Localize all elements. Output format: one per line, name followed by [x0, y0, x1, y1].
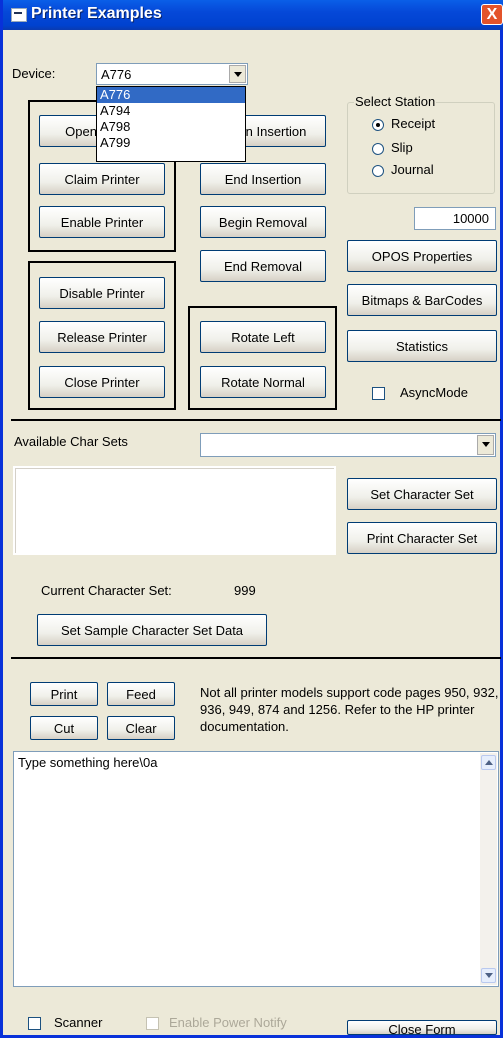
device-option-a794[interactable]: A794	[97, 103, 245, 119]
begin-removal-button[interactable]: Begin Removal	[200, 206, 326, 238]
end-removal-button[interactable]: End Removal	[200, 250, 326, 282]
timeout-input[interactable]: 10000	[414, 207, 496, 230]
chevron-down-icon[interactable]	[477, 435, 494, 455]
rotate-normal-button[interactable]: Rotate Normal	[200, 366, 326, 398]
scanner-checkbox[interactable]	[28, 1017, 41, 1030]
title-bar[interactable]: Printer Examples X	[3, 0, 503, 30]
print-text-scrollbar[interactable]	[480, 753, 497, 985]
feed-button[interactable]: Feed	[107, 682, 175, 706]
select-station-title: Select Station	[354, 94, 437, 109]
timeout-value: 10000	[452, 211, 489, 226]
release-printer-button[interactable]: Release Printer	[39, 321, 165, 353]
char-sets-select[interactable]	[200, 433, 496, 457]
set-character-set-button[interactable]: Set Character Set	[347, 478, 497, 510]
device-option-a776[interactable]: A776	[97, 87, 245, 103]
character-set-list[interactable]	[13, 466, 336, 555]
device-dropdown-list[interactable]: A776 A794 A798 A799	[96, 86, 246, 162]
async-mode-label: AsyncMode	[400, 385, 468, 400]
scanner-label: Scanner	[54, 1015, 103, 1030]
power-notify-label: Enable Power Notify	[169, 1015, 287, 1030]
window-title: Printer Examples	[31, 5, 162, 22]
station-receipt-radio[interactable]	[372, 119, 384, 131]
chevron-down-icon[interactable]	[229, 65, 246, 83]
scroll-down-icon[interactable]	[481, 968, 496, 983]
window-app-icon	[11, 8, 27, 22]
async-mode-checkbox[interactable]	[372, 387, 385, 400]
device-option-a799[interactable]: A799	[97, 135, 245, 151]
opos-properties-button[interactable]: OPOS Properties	[347, 240, 497, 272]
device-select-value: A776	[101, 67, 132, 82]
rotate-left-button[interactable]: Rotate Left	[200, 321, 326, 353]
station-journal-radio[interactable]	[372, 165, 384, 177]
printer-examples-window: Printer Examples X Device: A776 A776 A79…	[0, 0, 503, 1038]
end-insertion-button[interactable]: End Insertion	[200, 163, 326, 195]
cut-button[interactable]: Cut	[30, 716, 98, 740]
claim-printer-button[interactable]: Claim Printer	[39, 163, 165, 195]
set-sample-character-set-button[interactable]: Set Sample Character Set Data	[37, 614, 267, 646]
bitmaps-barcodes-button[interactable]: Bitmaps & BarCodes	[347, 284, 497, 316]
current-character-set-value: 999	[234, 583, 256, 598]
statistics-button[interactable]: Statistics	[347, 330, 497, 362]
print-text-area[interactable]: Type something here\0a	[13, 751, 499, 987]
print-character-set-button[interactable]: Print Character Set	[347, 522, 497, 554]
section-divider-2	[11, 657, 501, 659]
available-char-sets-label: Available Char Sets	[14, 434, 128, 449]
close-form-button[interactable]: Close Form	[347, 1020, 497, 1037]
clear-button[interactable]: Clear	[107, 716, 175, 740]
disable-printer-button[interactable]: Disable Printer	[39, 277, 165, 309]
device-select[interactable]: A776	[96, 63, 248, 85]
power-notify-checkbox	[146, 1017, 159, 1030]
code-page-notice: Not all printer models support code page…	[200, 685, 499, 734]
current-character-set-label: Current Character Set:	[41, 583, 172, 598]
station-slip-label: Slip	[391, 140, 413, 155]
print-button[interactable]: Print	[30, 682, 98, 706]
section-divider-1	[11, 419, 501, 421]
device-option-a798[interactable]: A798	[97, 119, 245, 135]
device-label: Device:	[12, 66, 56, 81]
station-receipt-label: Receipt	[391, 116, 436, 131]
scroll-up-icon[interactable]	[481, 755, 496, 770]
window-close-button[interactable]: X	[481, 4, 503, 25]
print-text-content: Type something here\0a	[18, 755, 158, 770]
close-printer-button[interactable]: Close Printer	[39, 366, 165, 398]
station-slip-radio[interactable]	[372, 143, 384, 155]
enable-printer-button[interactable]: Enable Printer	[39, 206, 165, 238]
station-journal-label: Journal	[391, 162, 434, 177]
